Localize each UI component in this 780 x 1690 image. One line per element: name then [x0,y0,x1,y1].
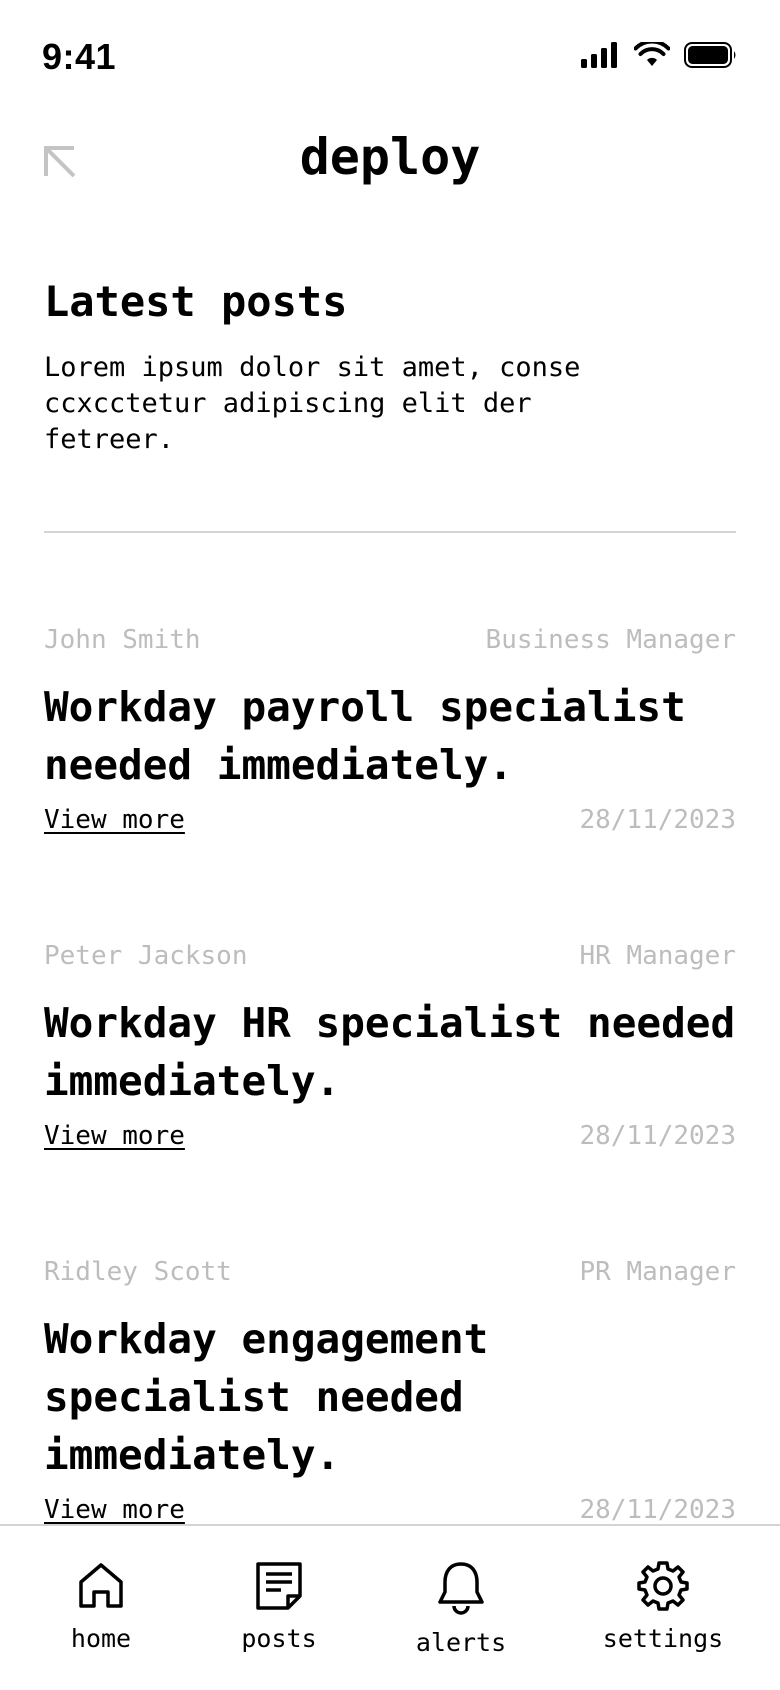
post-meta: Peter Jackson HR Manager [44,938,736,974]
home-icon [79,1563,123,1608]
post-footer: View more 28/11/2023 [44,1116,736,1156]
tab-posts[interactable]: posts [204,1560,354,1653]
post-meta: John Smith Business Manager [44,622,736,658]
post-date: 28/11/2023 [579,1121,736,1151]
divider [44,531,736,533]
tab-label: home [70,1624,132,1653]
app-title: deploy [299,128,481,186]
status-time: 9:41 [42,36,117,77]
post-author: Peter Jackson [44,941,248,971]
bell-icon [438,1562,484,1615]
post-role: HR Manager [579,941,736,971]
tab-bar: home posts alerts settings [0,1524,780,1690]
gear-icon [637,1561,689,1611]
post-date: 28/11/2023 [579,805,736,835]
view-more-link[interactable]: View more [44,1121,185,1151]
post-author: Ridley Scott [44,1257,232,1287]
wifi-icon [634,42,670,66]
view-more-link[interactable]: View more [44,805,185,835]
post-title: Workday HR specialist needed immediately… [44,999,736,1105]
tab-label: posts [241,1624,317,1653]
battery-icon [684,42,736,68]
status-icons [580,42,738,68]
post-role: PR Manager [579,1257,736,1287]
posts-icon [256,1562,302,1610]
post-footer: View more 28/11/2023 [44,800,736,840]
post-card: Ridley Scott PR Manager Workday engageme… [44,1254,736,1530]
status-bar: 9:41 [0,0,780,110]
post-role: Business Manager [485,625,736,655]
tab-alerts[interactable]: alerts [386,1560,536,1657]
header: deploy [0,120,780,210]
cellular-signal-icon [581,42,617,68]
post-card: Peter Jackson HR Manager Workday HR spec… [44,938,736,1156]
post-meta: Ridley Scott PR Manager [44,1254,736,1290]
tab-label: settings [602,1624,724,1653]
section-description: Lorem ipsum dolor sit amet, conse ccxcct… [44,352,581,455]
post-card: John Smith Business Manager Workday payr… [44,622,736,840]
post-author: John Smith [44,625,201,655]
post-date: 28/11/2023 [579,1495,736,1525]
section-title: Latest posts [44,277,348,326]
tab-home[interactable]: home [26,1560,176,1653]
post-title: Workday payroll specialist needed immedi… [44,683,686,789]
tab-settings[interactable]: settings [588,1560,738,1653]
view-more-link[interactable]: View more [44,1495,185,1525]
tab-label: alerts [415,1628,507,1657]
post-title: Workday engagement specialist needed imm… [44,1315,489,1479]
intro-section: Latest posts Lorem ipsum dolor sit amet,… [44,272,734,458]
